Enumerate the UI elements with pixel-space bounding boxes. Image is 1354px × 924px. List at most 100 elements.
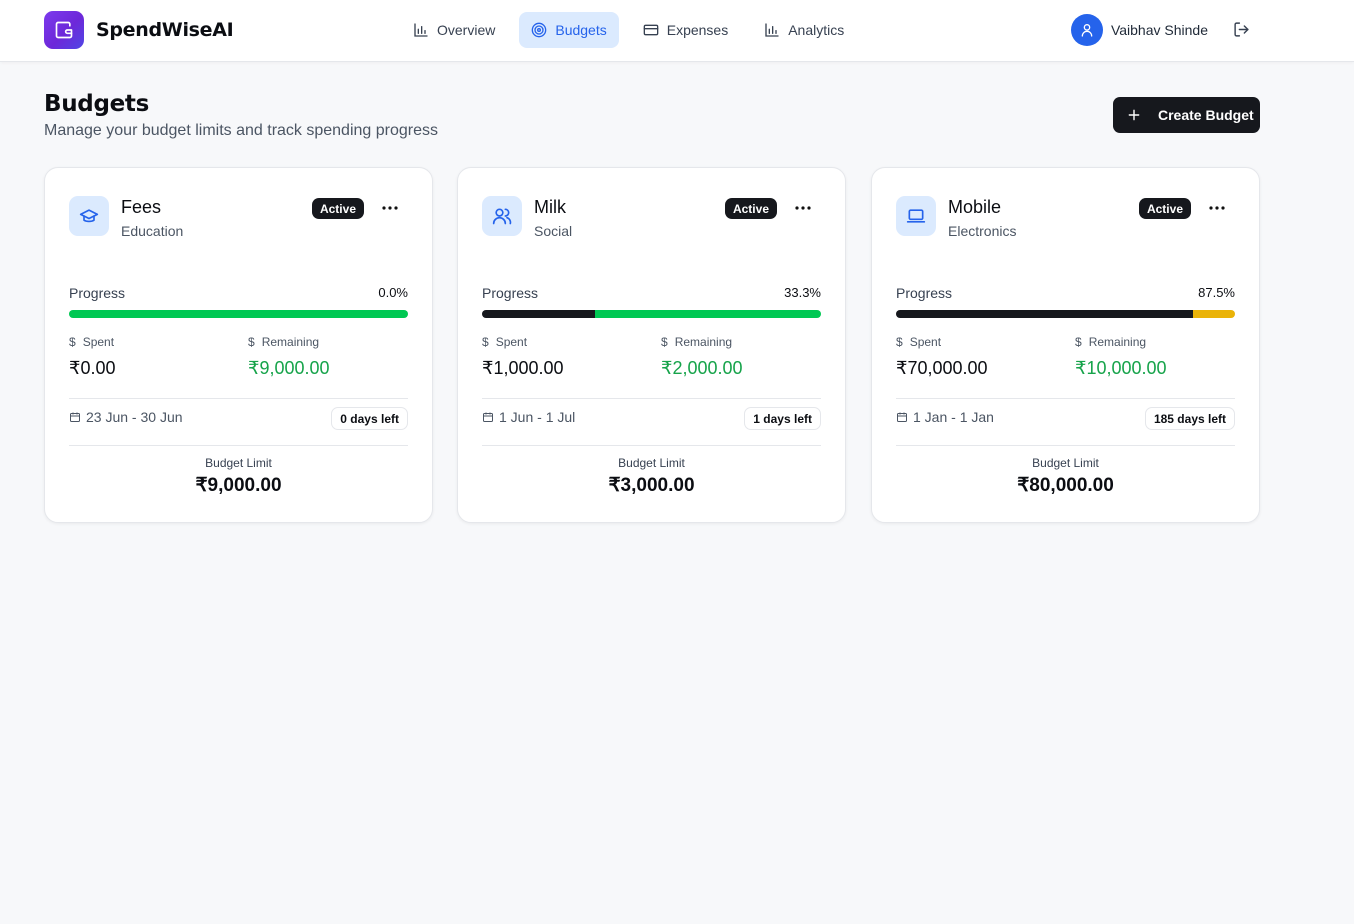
progress-bar-track — [594, 310, 821, 318]
days-left-badge: 185 days left — [1144, 407, 1235, 430]
progress-bar — [69, 310, 408, 318]
spent-label-text: Spent — [82, 335, 115, 349]
budget-category: Electronics — [948, 223, 1017, 239]
more-options-button[interactable] — [1205, 199, 1229, 217]
dollar-icon: $ — [69, 335, 76, 349]
remaining-label: $ Remaining — [1075, 335, 1146, 349]
days-left-badge: 0 days left — [331, 407, 408, 430]
main-nav: Overview Budgets Expenses Analytics — [401, 12, 868, 48]
remaining-amount: ₹9,000.00 — [248, 358, 330, 378]
nav-label: Expenses — [666, 22, 729, 38]
progress-bar-track — [1192, 310, 1235, 318]
more-horizontal-icon — [382, 206, 398, 210]
spent-label: $ Spent — [896, 335, 941, 349]
dollar-icon: $ — [896, 335, 903, 349]
credit-card-icon — [643, 24, 659, 36]
bar-chart-icon — [765, 23, 779, 37]
spent-amount: ₹70,000.00 — [896, 358, 988, 378]
graduation-cap-icon — [69, 196, 109, 236]
progress-percent: 0.0% — [378, 285, 408, 300]
calendar-icon — [897, 412, 907, 422]
divider — [69, 445, 408, 446]
budget-name: Fees — [121, 197, 162, 217]
progress-label: Progress — [482, 285, 539, 301]
spent-label: $ Spent — [482, 335, 527, 349]
budget-category: Education — [121, 223, 184, 239]
dollar-icon: $ — [248, 335, 255, 349]
nav-expenses[interactable]: Expenses — [631, 12, 740, 48]
divider — [896, 398, 1235, 399]
remaining-label-text: Remaining — [261, 335, 320, 349]
nav-overview[interactable]: Overview — [401, 12, 507, 48]
status-badge: Active — [311, 198, 364, 219]
users-icon — [482, 196, 522, 236]
target-icon — [532, 22, 547, 38]
date-range-text: 23 Jun - 30 Jun — [86, 409, 183, 425]
nav-budgets[interactable]: Budgets — [519, 12, 619, 48]
budget-limit-label: Budget Limit — [618, 456, 685, 470]
more-options-button[interactable] — [791, 199, 815, 217]
nav-analytics[interactable]: Analytics — [752, 12, 856, 48]
progress-label: Progress — [69, 285, 126, 301]
more-options-button[interactable] — [378, 199, 402, 217]
date-range-text: 1 Jan - 1 Jan — [913, 409, 994, 425]
nav-label: Overview — [437, 22, 496, 38]
remaining-amount: ₹2,000.00 — [661, 358, 743, 378]
calendar-icon — [483, 412, 493, 422]
create-budget-button[interactable]: Create Budget — [1113, 97, 1260, 133]
date-range: 1 Jun - 1 Jul — [482, 409, 575, 425]
user-name: Vaibhav Shinde — [1110, 22, 1208, 38]
nav-label: Analytics — [788, 22, 845, 38]
progress-bar — [896, 310, 1235, 318]
calendar-icon — [70, 412, 80, 422]
laptop-icon — [896, 196, 936, 236]
remaining-label-text: Remaining — [674, 335, 733, 349]
budget-name: Milk — [534, 197, 566, 217]
progress-bar-fill — [896, 310, 1193, 318]
budget-category: Social — [534, 223, 573, 239]
date-range-text: 1 Jun - 1 Jul — [499, 409, 576, 425]
spent-amount: ₹0.00 — [69, 358, 116, 378]
page-subtitle: Manage your budget limits and track spen… — [44, 122, 438, 139]
remaining-label-text: Remaining — [1088, 335, 1147, 349]
budget-limit-label: Budget Limit — [205, 456, 272, 470]
spent-label: $ Spent — [69, 335, 114, 349]
budget-card: Fees Education Active Progress 0.0% $ Spe… — [44, 167, 433, 523]
create-budget-label: Create Budget — [1158, 107, 1254, 123]
date-range: 23 Jun - 30 Jun — [69, 409, 183, 425]
divider — [69, 398, 408, 399]
dollar-icon: $ — [661, 335, 668, 349]
budget-limit-value: ₹3,000.00 — [608, 475, 695, 496]
plus-icon — [1128, 109, 1140, 121]
status-badge: Active — [1138, 198, 1191, 219]
remaining-label: $ Remaining — [661, 335, 732, 349]
budget-card: Milk Social Active Progress 33.3% $ Spent… — [457, 167, 846, 523]
user-menu[interactable]: Vaibhav Shinde — [1070, 14, 1208, 46]
nav-label: Budgets — [555, 22, 607, 38]
divider — [482, 445, 821, 446]
divider — [482, 398, 821, 399]
bar-chart-icon — [414, 23, 428, 37]
remaining-amount: ₹10,000.00 — [1075, 358, 1167, 378]
progress-percent: 87.5% — [1198, 285, 1235, 300]
more-horizontal-icon — [795, 206, 811, 210]
budget-name: Mobile — [948, 197, 1002, 217]
dollar-icon: $ — [1075, 335, 1082, 349]
more-horizontal-icon — [1209, 206, 1225, 210]
logout-icon[interactable] — [1233, 21, 1250, 43]
brand[interactable]: SpendWiseAI — [44, 11, 234, 49]
page-title: Budgets — [44, 91, 150, 117]
status-badge: Active — [724, 198, 777, 219]
dollar-icon: $ — [482, 335, 489, 349]
top-navbar: SpendWiseAI Overview Budgets Expenses An… — [0, 0, 1354, 62]
budget-limit-value: ₹9,000.00 — [195, 475, 282, 496]
progress-label: Progress — [896, 285, 953, 301]
brand-name: SpendWiseAI — [96, 19, 234, 41]
spent-amount: ₹1,000.00 — [482, 358, 564, 378]
spent-label-text: Spent — [495, 335, 528, 349]
progress-bar-track — [69, 310, 408, 318]
progress-percent: 33.3% — [784, 285, 821, 300]
date-range: 1 Jan - 1 Jan — [896, 409, 994, 425]
remaining-label: $ Remaining — [248, 335, 319, 349]
divider — [896, 445, 1235, 446]
